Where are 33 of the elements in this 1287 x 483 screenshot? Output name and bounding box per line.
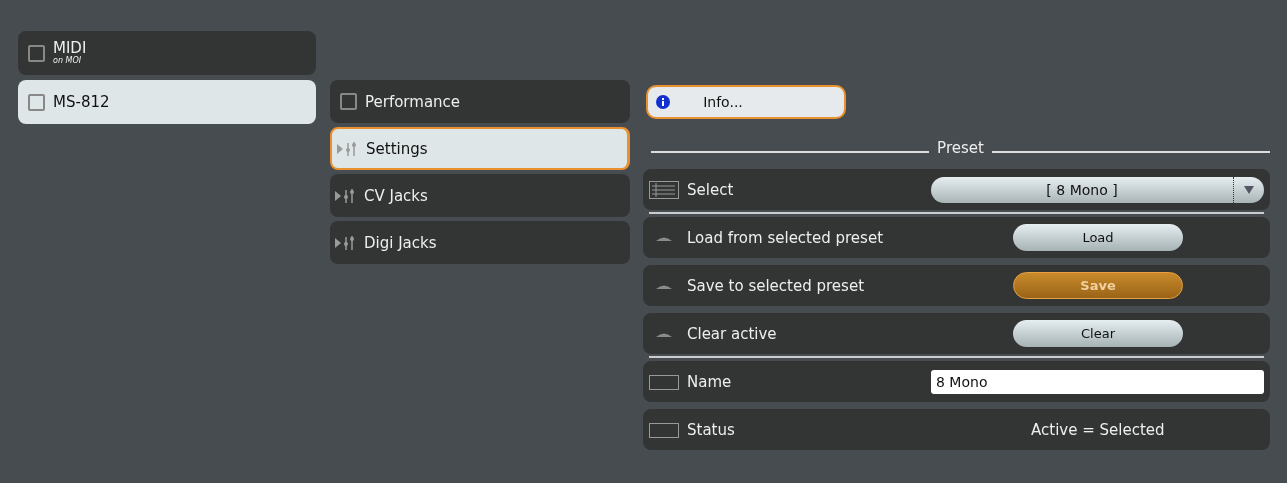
row-label: Select <box>687 180 735 199</box>
row-label: Clear active <box>687 324 778 343</box>
row-label: Save to selected preset <box>687 276 865 295</box>
device-sublabel: on MOI <box>53 56 83 66</box>
frame-icon <box>649 372 679 391</box>
group-title: Preset <box>937 139 984 157</box>
action-button[interactable]: Clear <box>1013 320 1183 347</box>
section-item[interactable]: CV Jacks <box>330 174 630 217</box>
checkbox-icon <box>340 93 357 110</box>
row-label: Load from selected preset <box>687 228 885 247</box>
row-label: Name <box>687 372 733 391</box>
preset-dropdown[interactable]: [ 8 Mono ] <box>931 176 1264 203</box>
device-item[interactable]: MS-812 <box>18 80 316 124</box>
section-item[interactable]: Performance <box>330 80 630 123</box>
frame-icon <box>649 420 679 439</box>
device-label: MS-812 <box>53 93 110 111</box>
sliders-icon <box>334 234 356 251</box>
name-field[interactable]: 8 Mono <box>931 369 1264 394</box>
device-label: MIDI <box>53 40 87 57</box>
info-icon <box>656 95 670 109</box>
section-item[interactable]: Settings <box>330 127 630 170</box>
info-button[interactable]: Info... <box>646 85 846 119</box>
section-item[interactable]: Digi Jacks <box>330 221 630 264</box>
action-button[interactable]: Load <box>1013 224 1183 251</box>
checkbox-icon <box>28 93 45 111</box>
checkbox-icon <box>28 44 45 62</box>
sliders-icon <box>334 187 356 204</box>
status-value: Active = Selected <box>1031 420 1165 439</box>
sliders-icon <box>336 140 358 157</box>
dropdown-arrow-icon <box>1244 185 1254 194</box>
row-label: Status <box>687 420 736 439</box>
list-icon <box>649 180 679 199</box>
device-item[interactable]: MIDI on MOI <box>18 31 316 75</box>
